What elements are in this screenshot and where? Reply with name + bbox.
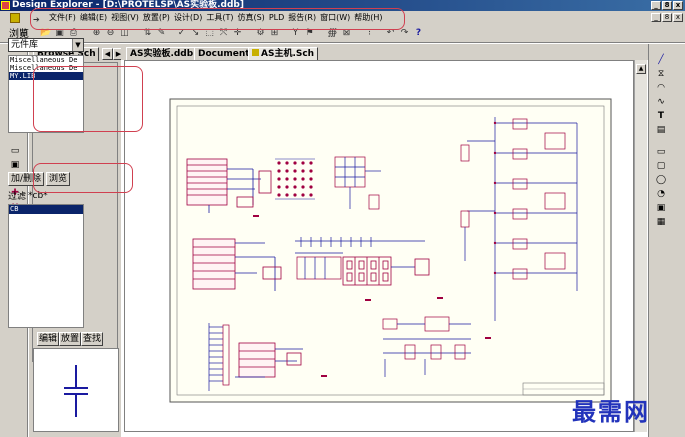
move-icon[interactable]: ✛	[232, 28, 243, 39]
list-item[interactable]: Miscellaneous De	[9, 64, 83, 72]
help-icon[interactable]: ?	[413, 28, 424, 39]
list-item-selected[interactable]: CB	[9, 205, 83, 214]
menu-pld[interactable]: PLD	[269, 11, 284, 25]
probe-icon[interactable]: Y	[290, 28, 301, 39]
menu-place[interactable]: 放置(P)	[143, 11, 170, 25]
menu-design[interactable]: 设计(D)	[174, 11, 202, 25]
zoom-fit-icon[interactable]: ◫	[119, 28, 130, 39]
edit-button[interactable]: 编辑	[37, 332, 60, 346]
graphic-icon[interactable]: ▣	[655, 202, 667, 214]
menu-view[interactable]: 视图(V)	[111, 11, 139, 25]
menu-help[interactable]: 帮助(H)	[354, 11, 382, 25]
simulate-icon[interactable]: ∰	[327, 28, 338, 39]
schematic-drawing	[169, 98, 612, 403]
marker-icon[interactable]: ⚑	[304, 28, 315, 39]
select-box-icon[interactable]: ⬚	[204, 28, 215, 39]
title-bar: Design Explorer - [D:\PROTELSP\AS实验板.ddb…	[0, 0, 685, 11]
component-list[interactable]: CB	[8, 204, 84, 328]
tab-schematic[interactable]: AS主机.Sch	[248, 47, 319, 60]
sheet-entry-icon[interactable]: ▣	[9, 160, 21, 170]
pld-icon[interactable]: ⊠	[341, 28, 352, 39]
undo-icon[interactable]: ↶	[385, 28, 396, 39]
place-button[interactable]: 放置	[59, 332, 82, 346]
tab-ddb[interactable]: AS实验板.ddb	[126, 47, 198, 60]
schematic-canvas[interactable]	[124, 60, 634, 432]
browse-type-value: 元件库	[11, 40, 39, 50]
tab-prev-icon[interactable]: ◀	[102, 48, 113, 60]
restore-button[interactable]: 8	[662, 1, 672, 10]
watermark: 最需网	[572, 397, 650, 426]
zoom-in-icon[interactable]: ⊕	[91, 28, 102, 39]
text-icon[interactable]: T	[655, 110, 667, 122]
doc-minimize-button[interactable]: _	[651, 13, 661, 22]
library-list[interactable]: Miscellaneous De Miscellaneous De MY.LIB	[8, 55, 84, 133]
menu-tools[interactable]: 工具(T)	[206, 11, 233, 25]
grid-icon[interactable]: ⁝	[364, 28, 375, 39]
array-icon[interactable]: ▦	[655, 216, 667, 228]
rounded-rectangle-icon[interactable]: ▢	[655, 160, 667, 172]
deselect-icon[interactable]: ⤲	[218, 28, 229, 39]
bezier-icon[interactable]: ∿	[655, 96, 667, 108]
cross-probe-icon[interactable]: ✓	[176, 28, 187, 39]
list-item-selected[interactable]: MY.LIB	[9, 72, 83, 80]
document-tabs: AS实验板.ddb Documents AS主机.Sch	[121, 44, 648, 60]
redo-icon[interactable]: ↷	[399, 28, 410, 39]
browse-lib-icon[interactable]: ⊞	[269, 28, 280, 39]
pie-icon[interactable]: ◔	[655, 188, 667, 200]
app-icon	[1, 1, 10, 10]
schematic-icon	[252, 49, 259, 56]
doc-restore-button[interactable]: 8	[662, 13, 672, 22]
menu-edit[interactable]: 编辑(E)	[80, 11, 107, 25]
window-title: Design Explorer - [D:\PROTELSP\AS实验板.ddb…	[12, 0, 244, 10]
chevron-down-icon[interactable]: ▼	[72, 39, 83, 51]
doc-close-button[interactable]: x	[673, 13, 683, 22]
menu-window[interactable]: 窗口(W)	[320, 11, 350, 25]
pen-icon[interactable]: ✎	[156, 28, 167, 39]
text-frame-icon[interactable]: ▤	[655, 124, 667, 136]
close-button[interactable]: x	[673, 1, 683, 10]
menu-file[interactable]: 文件(F)	[49, 11, 76, 25]
hierarchy-icon[interactable]: ⇅	[142, 28, 153, 39]
line-icon[interactable]: ╱	[655, 54, 667, 66]
minimize-button[interactable]: _	[651, 1, 661, 10]
rectangle-icon[interactable]: ▭	[655, 146, 667, 158]
find-button[interactable]: 查找	[81, 332, 104, 346]
menu-reports[interactable]: 报告(R)	[288, 11, 316, 25]
main-toolbar: ▤ 📂 ▣ ⎙ ⊕ ⊖ ◫ ⇅ ✎ ✓ ↘ ⬚ ⤲ ✛ ⚙ ⊞ Y ⚑ ∰ ⊠ …	[0, 25, 685, 43]
sheet-symbol-icon[interactable]: ▭	[9, 146, 21, 156]
ellipse-icon[interactable]: ◯	[655, 174, 667, 186]
menu-simulate[interactable]: 仿真(S)	[237, 11, 264, 25]
library-icon[interactable]: ⚙	[255, 28, 266, 39]
filter-input[interactable]	[8, 189, 84, 202]
select-icon[interactable]: ↘	[190, 28, 201, 39]
arc-icon[interactable]: ◠	[655, 82, 667, 94]
capacitor-symbol-icon	[64, 365, 88, 417]
drawing-toolbar: ╱ ⧖ ◠ ∿ T ▤ ▭ ▢ ◯ ◔ ▣ ▦	[648, 44, 685, 437]
zoom-out-icon[interactable]: ⊖	[105, 28, 116, 39]
list-item[interactable]: Miscellaneous De	[9, 56, 83, 64]
vertical-scrollbar[interactable]: ▲	[634, 60, 647, 432]
browse-type-select[interactable]: 元件库 ▼	[8, 38, 84, 52]
component-preview	[33, 348, 119, 432]
add-remove-button[interactable]: 加/删除	[8, 172, 45, 186]
tab-schematic-label: AS主机.Sch	[261, 49, 315, 59]
polygon-icon[interactable]: ⧖	[655, 68, 667, 80]
scroll-up-icon[interactable]: ▲	[636, 64, 646, 74]
menu-bar: ➔ 文件(F) 编辑(E) 视图(V) 放置(P) 设计(D) 工具(T) 仿真…	[0, 11, 685, 25]
document-menu-icon[interactable]	[10, 13, 20, 23]
browse-button[interactable]: 浏览	[46, 172, 71, 186]
